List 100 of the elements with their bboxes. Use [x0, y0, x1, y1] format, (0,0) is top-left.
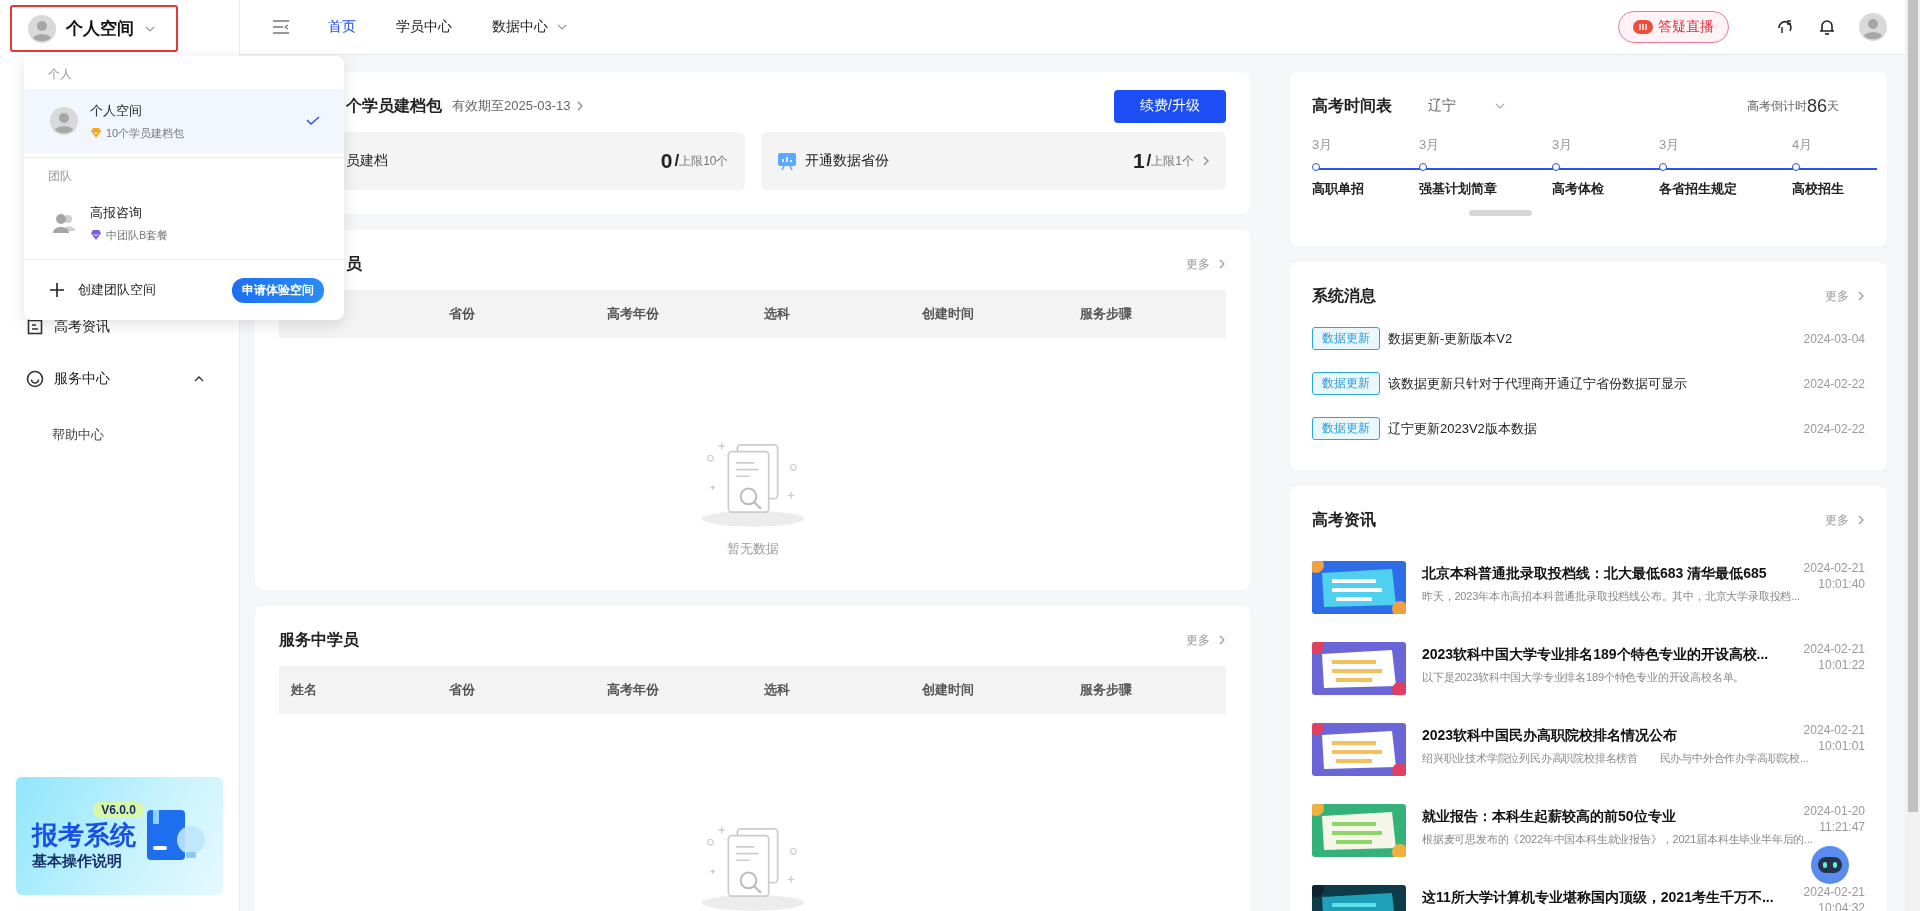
- region-select[interactable]: 辽宁: [1428, 97, 1506, 115]
- section-title: 员: [345, 253, 362, 274]
- news-title[interactable]: 2023软科中国大学专业排名189个特色专业的开设高校...: [1422, 646, 1796, 664]
- column-header: 创建时间: [921, 681, 976, 699]
- stat-value: 1: [1132, 149, 1145, 173]
- timeline-dot: [1792, 163, 1800, 171]
- checkmark-icon: [306, 116, 320, 126]
- sidebar-item[interactable]: 服务中心: [0, 359, 239, 399]
- sidebar-item[interactable]: 高考资讯: [0, 307, 239, 347]
- event-month: 3月: [1552, 136, 1573, 154]
- group-heading: 团队: [47, 168, 73, 185]
- event-label: 高考体检: [1552, 180, 1604, 198]
- workspace-switcher[interactable]: 个人空间: [10, 5, 178, 52]
- news-time: 10:01:01: [1818, 739, 1865, 753]
- sidebar-item[interactable]: 帮助中心: [0, 415, 240, 455]
- nav-tab[interactable]: 数据中心: [492, 18, 568, 36]
- nav-tab[interactable]: 学员中心: [396, 18, 452, 36]
- validity-link[interactable]: 有效期至2025-03-13: [452, 97, 584, 115]
- event-label: 强基计划简章: [1419, 180, 1497, 198]
- news-title[interactable]: 就业报告：本科生起薪较高的前50位专业: [1422, 808, 1796, 826]
- workspace-option[interactable]: 高报咨询 中团队B套餐: [24, 191, 344, 255]
- news-time: 11:21:47: [1819, 820, 1865, 834]
- timeline-dot: [1312, 163, 1320, 171]
- chart-board-icon: [776, 151, 797, 171]
- scrollbar[interactable]: [1905, 0, 1920, 911]
- stat-tile[interactable]: 开通数据省份 1/上限1个: [760, 132, 1226, 190]
- avatar-icon: [50, 107, 78, 135]
- message-link[interactable]: 辽宁更新2023V2版本数据: [1388, 419, 1796, 438]
- column-header: 姓名: [290, 681, 318, 699]
- stat-limit: 上限10个: [679, 152, 729, 170]
- stat-label: 开通数据省份: [804, 152, 890, 170]
- message-link[interactable]: 该数据更新只针对于代理商开通辽宁省份数据可显示: [1388, 374, 1796, 393]
- menu-collapse-icon[interactable]: [272, 20, 290, 34]
- nav-tab[interactable]: 首页: [328, 18, 356, 36]
- news-summary: 以下是2023软科中国大学专业排名189个特色专业的开设高校名单。: [1422, 670, 1745, 685]
- robot-assistant-icon[interactable]: [1810, 845, 1850, 885]
- avatar-icon[interactable]: [1859, 13, 1887, 41]
- news-time: 10:01:40: [1818, 577, 1865, 591]
- countdown-value: 86: [1806, 95, 1827, 117]
- renew-button[interactable]: 续费/升级: [1114, 89, 1226, 123]
- news-title[interactable]: 北京本科普通批录取投档线：北大最低683 清华最低685: [1422, 565, 1796, 583]
- message-date: 2024-02-22: [1803, 376, 1865, 391]
- news-date: 2024-02-21: [1803, 885, 1865, 899]
- news-summary: 绍兴职业技术学院位列民办高职院校排名榜首 民办与中外合作办学高职院校...: [1422, 751, 1809, 766]
- news-date: 2024-02-21: [1803, 561, 1865, 575]
- bell-icon[interactable]: [1817, 17, 1837, 37]
- countdown-label: 高考倒计时: [1746, 97, 1807, 115]
- news-summary: 根据麦可思发布的《2022年中国本科生就业报告》，2021届本科生毕业半年后的...: [1422, 832, 1813, 847]
- avatar-icon: [28, 14, 56, 43]
- news-date: 2024-02-21: [1803, 723, 1865, 737]
- stat-label: 员建档: [345, 152, 389, 170]
- chevron-right-icon: [1218, 258, 1226, 270]
- event-month: 4月: [1792, 136, 1813, 154]
- chevron-right-icon: [575, 100, 584, 112]
- package-title: 个学员建档包: [346, 95, 442, 116]
- group-heading: 个人: [47, 66, 73, 83]
- news-time: 10:01:22: [1818, 658, 1865, 672]
- column-header: 省份: [447, 681, 476, 699]
- tag: 数据更新: [1312, 372, 1380, 395]
- timeline-dot: [1552, 163, 1560, 171]
- apply-trial-button[interactable]: 申请体验空间: [232, 277, 324, 303]
- diamond-icon: [90, 127, 102, 139]
- diamond-icon: [90, 229, 102, 241]
- create-team-button[interactable]: 创建团队空间: [50, 281, 156, 299]
- live-button[interactable]: 答疑直播: [1618, 11, 1729, 43]
- timeline-dot: [1419, 163, 1427, 171]
- event-label: 高职单招: [1312, 180, 1364, 198]
- chevron-right-icon: [1857, 290, 1865, 302]
- news-date: 2024-01-20: [1803, 804, 1865, 818]
- document-icon: [26, 318, 44, 336]
- stat-separator: /: [1146, 151, 1152, 171]
- column-header: 省份: [447, 305, 476, 323]
- empty-text: 暂无数据: [726, 540, 779, 558]
- stat-limit: 上限1个: [1151, 152, 1194, 170]
- event-label: 高校招生: [1792, 180, 1844, 198]
- chevron-right-icon: [1202, 155, 1210, 167]
- workspace-option[interactable]: 个人空间 10个学员建档包: [24, 89, 344, 153]
- tag: 数据更新: [1312, 327, 1380, 350]
- chevron-right-icon: [1218, 634, 1226, 646]
- column-header: 服务步骤: [1079, 305, 1134, 323]
- message-link[interactable]: 数据更新-更新版本V2: [1388, 329, 1796, 348]
- news-title[interactable]: 这11所大学计算机专业堪称国内顶级，2021考生千万不...: [1422, 889, 1796, 907]
- stat-separator: /: [674, 151, 680, 171]
- card-title: 系统消息: [1312, 285, 1376, 306]
- event-month: 3月: [1312, 136, 1333, 154]
- scroll-thumb[interactable]: [1469, 210, 1532, 216]
- stat-value: 0: [660, 149, 673, 173]
- tag: 数据更新: [1312, 417, 1380, 440]
- banner-subtitle: 基本操作说明: [32, 851, 122, 871]
- chevron-right-icon: [1857, 514, 1865, 526]
- column-header: 高考年份: [605, 305, 660, 323]
- smiley-icon: [26, 370, 44, 388]
- section-title: 服务中学员: [279, 629, 359, 650]
- message-date: 2024-03-04: [1803, 331, 1865, 346]
- news-title[interactable]: 2023软科中国民办高职院校排名情况公布: [1422, 727, 1796, 745]
- column-header: 服务步骤: [1079, 681, 1134, 699]
- card-title: 高考时间表: [1312, 95, 1392, 116]
- guide-banner[interactable]: V6.0.0 报考系统 基本操作说明: [16, 777, 223, 895]
- column-header: 创建时间: [921, 305, 976, 323]
- live-icon: [1633, 20, 1653, 34]
